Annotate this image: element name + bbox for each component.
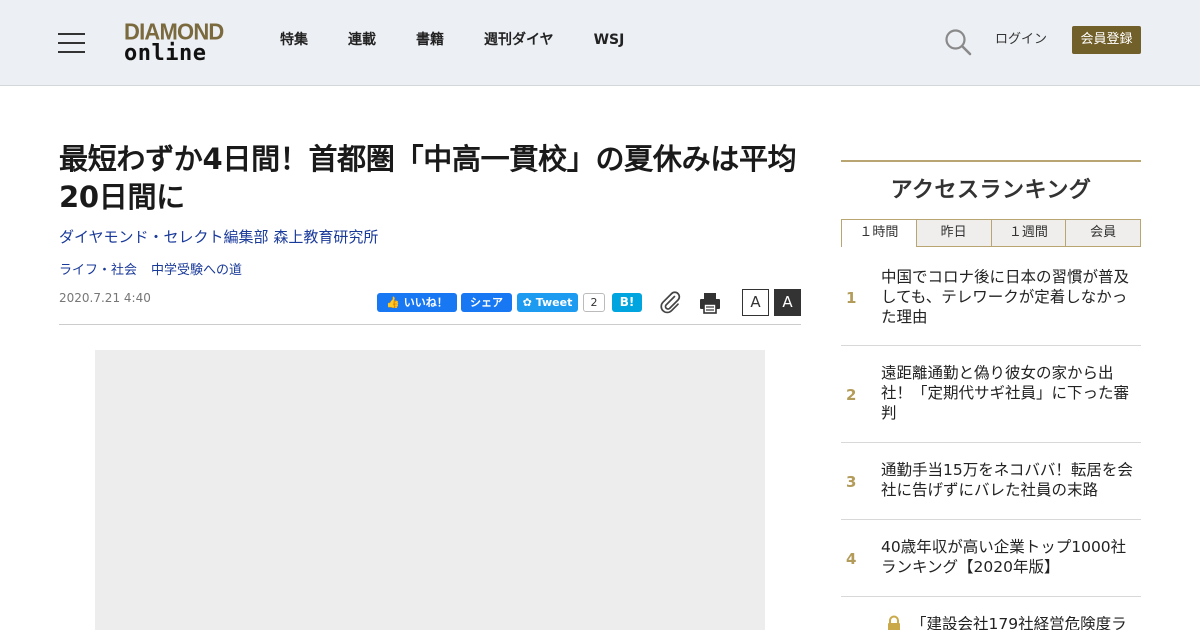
register-button[interactable]: 会員登録 [1072,26,1141,54]
font-size-small-button[interactable]: A [742,289,769,316]
ranking-title: 中国でコロナ後に日本の習慣が普及しても、テレワークが定着しなかった理由 [881,268,1130,326]
hatena-bookmark-button[interactable]: B! [612,293,642,312]
tag-link[interactable]: 中学受験への道 [151,262,242,280]
ranking-title: 「建設会社179社経営危険度ラ [911,615,1127,630]
ranking-tabs: １時間 昨日 １週間 会員 [841,219,1141,247]
ranking-number: 4 [846,550,857,568]
print-icon[interactable] [698,291,722,315]
nav-item-weekly-diamond[interactable]: 週刊ダイヤ [484,30,554,52]
clip-icon[interactable] [658,290,682,314]
tab-members[interactable]: 会員 [1066,219,1141,247]
ranking-item[interactable]: 2 遠距離通勤と偽り彼女の家から出社！「定期代サギ社員」に下った審判 [841,346,1141,443]
tweet-label: Tweet [535,296,573,309]
article-tags: ライフ・社会 中学受験への道 [59,262,256,280]
logo-line2: online [124,41,207,66]
login-link[interactable]: ログイン [995,31,1047,49]
ranking-title: 通勤手当15万をネコババ！転居を会社に告げずにバレた社員の末路 [881,461,1133,499]
main-nav: 特集 連載 書籍 週刊ダイヤ WSJ [280,30,664,52]
facebook-like-label: いいね！ [403,296,448,309]
ranking-item[interactable]: 4 40歳年収が高い企業トップ1000社ランキング【2020年版】 [841,520,1141,597]
search-icon[interactable] [944,28,972,56]
menu-icon[interactable] [58,31,86,53]
site-header: DIAMOND online 特集 連載 書籍 週刊ダイヤ WSJ ログイン 会… [0,0,1200,86]
nav-item-wsj[interactable]: WSJ [594,30,625,52]
facebook-like-button[interactable]: 👍 いいね！ [377,293,457,312]
article-date: 2020.7.21 4:40 [59,291,151,305]
nav-item-feature[interactable]: 特集 [280,30,308,52]
ranking-item[interactable]: 1 中国でコロナ後に日本の習慣が普及しても、テレワークが定着しなかった理由 [841,247,1141,346]
ranking-list: 1 中国でコロナ後に日本の習慣が普及しても、テレワークが定着しなかった理由 2 … [841,247,1141,630]
ranking-heading: アクセスランキング [890,178,1092,203]
tag-link[interactable]: ライフ・社会 [59,262,137,280]
ranking-number: 1 [846,289,857,307]
tab-1-hour[interactable]: １時間 [841,219,917,247]
ranking-top-border [841,160,1141,162]
ranking-item[interactable]: 「建設会社179社経営危険度ラ [841,597,1141,630]
facebook-share-button[interactable]: シェア [461,293,512,312]
nav-item-series[interactable]: 連載 [348,30,376,52]
ranking-title: 遠距離通勤と偽り彼女の家から出社！「定期代サギ社員」に下った審判 [881,364,1130,422]
twitter-bird-icon: ✿ [522,296,532,309]
tab-1-week[interactable]: １週間 [991,219,1067,247]
ranking-item[interactable]: 3 通勤手当15万をネコババ！転居を会社に告げずにバレた社員の末路 [841,443,1141,520]
nav-item-books[interactable]: 書籍 [416,30,444,52]
tweet-button[interactable]: ✿ Tweet [517,293,578,312]
article-hero-image [95,350,765,630]
ranking-number: 3 [846,473,857,491]
site-logo[interactable]: DIAMOND online [124,19,228,66]
ranking-number: 2 [846,386,857,404]
tab-yesterday[interactable]: 昨日 [916,219,992,247]
article-divider [59,324,801,325]
ranking-title: 40歳年収が高い企業トップ1000社ランキング【2020年版】 [881,538,1127,576]
font-size-large-button[interactable]: A [774,289,801,316]
article-title: 最短わずか4日間！首都圏「中高一貫校」の夏休みは平均20日間に [59,142,797,214]
thumbs-up-icon: 👍 [386,296,400,309]
lock-icon [888,615,900,630]
tweet-count: 2 [583,293,605,312]
article-author[interactable]: ダイヤモンド・セレクト編集部 森上教育研究所 [59,227,378,247]
